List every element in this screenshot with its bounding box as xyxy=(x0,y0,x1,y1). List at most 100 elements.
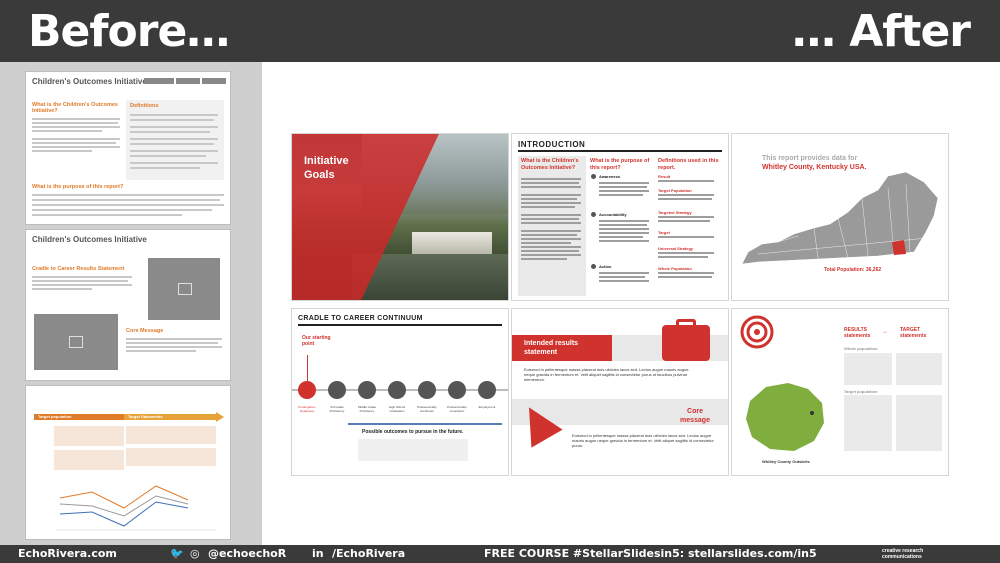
text-line xyxy=(599,228,649,230)
text-line xyxy=(658,276,712,278)
middle-grade-icon xyxy=(358,381,376,399)
text-line xyxy=(658,194,714,196)
after-slide-results-message: Intended results statement Euismod in pe… xyxy=(512,309,728,475)
body-text-2: Euismod in pellentesque massa placerat d… xyxy=(572,433,714,448)
slide-title: Initiative Goals xyxy=(304,155,349,181)
text-line xyxy=(126,350,196,352)
text-line xyxy=(658,252,714,254)
stat-box xyxy=(54,450,124,470)
text-line xyxy=(521,214,581,216)
text-line xyxy=(599,232,649,234)
text-line xyxy=(658,256,708,258)
text-line xyxy=(658,272,714,274)
heading-report-purpose: What is the purpose of this report? xyxy=(32,184,124,190)
col1-heading: What is the Children's Outcomes Initiati… xyxy=(521,158,579,171)
after-label: … After xyxy=(791,6,971,57)
text-line xyxy=(130,114,218,116)
before-slide-1-title: Children's Outcomes Initiative xyxy=(32,77,147,86)
future-caption: Possible outcomes to pursue in the futur… xyxy=(362,429,464,435)
stage-label: Middle Grade Proficiency xyxy=(357,405,376,413)
before-slide-2: Children's Outcomes Initiative Cradle to… xyxy=(26,230,230,380)
text-line xyxy=(32,284,132,286)
text-line xyxy=(32,276,132,278)
text-line xyxy=(32,130,102,132)
text-line xyxy=(599,194,643,196)
instagram-icon: ◎ xyxy=(190,547,200,560)
before-panel: Children's Outcomes Initiative What is t… xyxy=(0,62,262,545)
text-line xyxy=(130,126,218,128)
stage-label: Employment xyxy=(478,405,496,409)
text-line xyxy=(130,119,214,121)
stat-box xyxy=(54,426,124,446)
heading-intended-results: Intended results statement xyxy=(524,340,579,356)
text-line xyxy=(521,198,577,200)
site-link[interactable]: EchoRivera.com xyxy=(18,547,117,560)
logo-placeholder xyxy=(144,78,174,84)
text-line xyxy=(521,254,581,256)
text-line xyxy=(599,186,647,188)
kentucky-map xyxy=(741,171,939,265)
text-line xyxy=(32,280,128,282)
text-line xyxy=(658,216,714,218)
text-line xyxy=(32,146,120,148)
arrow-head xyxy=(216,412,224,422)
bar-right-label: Target Statements xyxy=(128,414,163,419)
before-slide-3: Target population Target Statements xyxy=(26,386,230,539)
stage-label: Kindergarten Readiness xyxy=(298,405,316,413)
body-text-1: Euismod in pellentesque massa placerat d… xyxy=(524,367,689,382)
after-slide-map: This report provides data for Whitley Co… xyxy=(732,134,948,300)
note-box xyxy=(358,439,468,461)
text-line xyxy=(32,138,120,140)
stage-label: High School Graduation xyxy=(388,405,406,413)
text-line xyxy=(599,272,649,274)
text-line xyxy=(130,131,210,133)
social-handle[interactable]: @echoechoR xyxy=(208,547,286,560)
text-line xyxy=(599,182,649,184)
text-line xyxy=(130,162,218,164)
text-line xyxy=(599,276,645,278)
text-line xyxy=(521,230,581,232)
outskirts-label: Whitley County Outskirts xyxy=(762,459,810,464)
photo-waterfall xyxy=(412,232,492,254)
logo-placeholder xyxy=(202,78,226,84)
col2-heading: What is the purpose of this report? xyxy=(590,158,650,171)
text-line xyxy=(599,280,649,282)
text-line xyxy=(599,190,649,192)
action-icon xyxy=(591,264,596,269)
text-line xyxy=(521,258,567,260)
text-line xyxy=(32,122,118,124)
arrow-icon: → xyxy=(882,329,888,335)
slide-heading: INTRODUCTION xyxy=(518,140,586,149)
before-slide-2-title: Children's Outcomes Initiative xyxy=(32,235,147,244)
text-line xyxy=(32,194,224,196)
text-line xyxy=(521,238,581,240)
target-target-box xyxy=(896,395,942,451)
before-slide-1: Children's Outcomes Initiative What is t… xyxy=(26,72,230,224)
intro-column-box xyxy=(518,156,586,296)
text-line xyxy=(658,236,714,238)
text-line xyxy=(126,346,222,348)
text-line xyxy=(521,234,577,236)
awareness-icon xyxy=(591,174,596,179)
item-action: Action xyxy=(599,264,612,269)
image-placeholder xyxy=(34,314,118,370)
linkedin-handle[interactable]: /EchoRivera xyxy=(332,547,405,560)
after-slide-cradle-career: CRADLE TO CAREER CONTINUUM Our starting … xyxy=(292,309,508,475)
heading-core-message: Core Message xyxy=(126,328,164,334)
text-line xyxy=(130,167,200,169)
whole-results-box xyxy=(844,353,892,385)
line-chart xyxy=(56,485,216,531)
heading-underline xyxy=(518,150,722,152)
course-link[interactable]: FREE COURSE #StellarSlidesin5: stellarsl… xyxy=(484,547,817,560)
3rd-grade-icon xyxy=(328,381,346,399)
text-line xyxy=(599,220,649,222)
text-line xyxy=(521,178,581,180)
heading-cradle: Cradle to Career Results Statement xyxy=(32,266,125,272)
twitter-icon: 🐦 xyxy=(170,547,184,560)
after-slide-introduction: INTRODUCTION What is the Children's Outc… xyxy=(512,134,728,300)
text-line xyxy=(521,222,581,224)
target-results-box xyxy=(844,395,892,451)
image-placeholder xyxy=(148,258,220,320)
postsecondary-enrollment-icon xyxy=(418,381,436,399)
kindergarten-icon xyxy=(298,381,316,399)
